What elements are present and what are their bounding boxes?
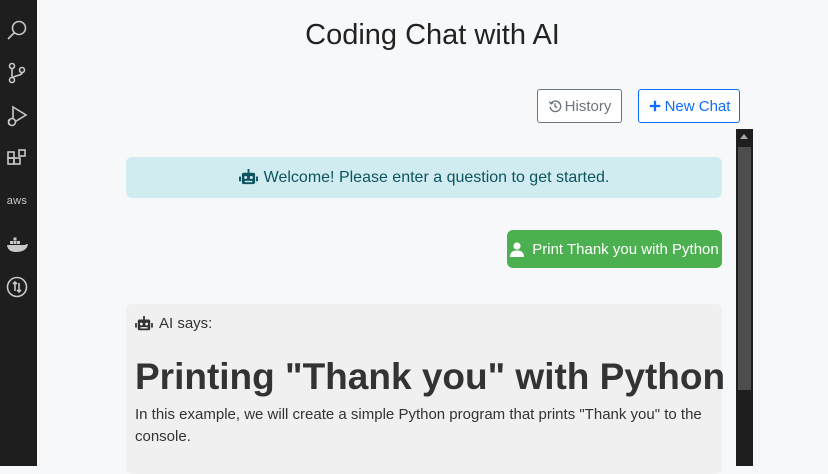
chat-scrollbar[interactable]: [736, 129, 753, 466]
plus-icon: [648, 99, 662, 113]
history-icon: [548, 99, 562, 113]
scm-compare-icon[interactable]: [4, 274, 30, 300]
scroll-up-arrow-icon[interactable]: [740, 134, 748, 139]
aws-label: aws: [6, 194, 28, 207]
ai-label: AI says:: [135, 315, 212, 332]
welcome-alert: Welcome! Please enter a question to get …: [126, 157, 722, 198]
ai-heading: Printing "Thank you" with Python: [135, 356, 726, 397]
search-icon[interactable]: [4, 17, 30, 43]
history-button[interactable]: History: [537, 89, 622, 123]
ai-message: AI says: Printing "Thank you" with Pytho…: [126, 304, 726, 474]
activity-bar: aws: [0, 0, 37, 466]
welcome-text: Welcome! Please enter a question to get …: [263, 168, 610, 186]
user-message: Print Thank you with Python: [507, 230, 722, 268]
robot-icon: [238, 169, 258, 186]
page-title: Coding Chat with AI: [305, 19, 560, 51]
docker-icon[interactable]: [4, 231, 30, 257]
ai-paragraph: In this example, we will create a simple…: [135, 406, 702, 445]
extensions-icon[interactable]: [4, 146, 30, 172]
user-icon: [510, 241, 525, 257]
robot-icon: [135, 315, 153, 332]
ai-label-text: AI says:: [159, 315, 213, 332]
aws-icon[interactable]: aws: [4, 188, 30, 214]
new-chat-button[interactable]: New Chat: [638, 89, 740, 123]
new-chat-label: New Chat: [664, 97, 731, 115]
scrollbar-thumb[interactable]: [738, 147, 751, 390]
history-label: History: [564, 97, 612, 115]
run-debug-icon[interactable]: [4, 103, 30, 129]
source-control-icon[interactable]: [4, 60, 30, 86]
user-message-text: Print Thank you with Python: [532, 240, 719, 258]
